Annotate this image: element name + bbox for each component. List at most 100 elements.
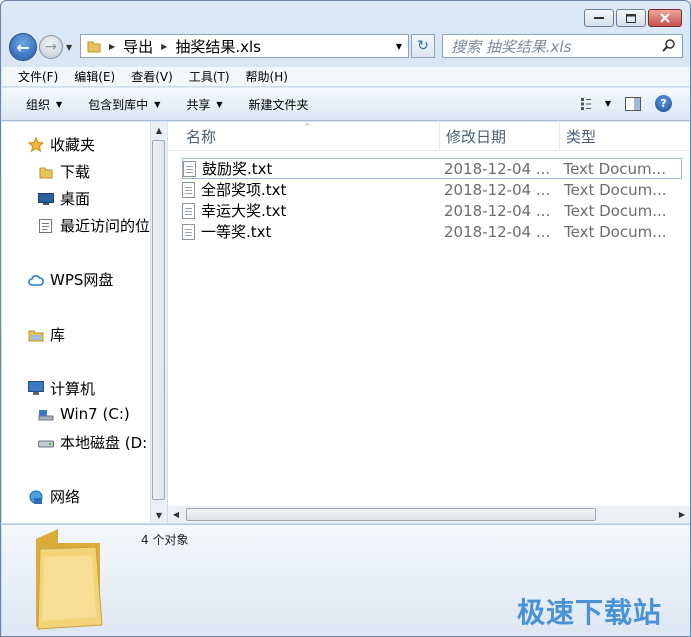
back-button[interactable]: ← xyxy=(9,33,37,61)
breadcrumb-separator-icon[interactable]: ▶ xyxy=(109,42,115,51)
file-row[interactable]: 幸运大奖.txt 2018-12-04 ... Text Docum... xyxy=(182,200,682,221)
sidebar-item-recent[interactable]: 最近访问的位 xyxy=(38,215,150,236)
sidebar-item-drive-c[interactable]: Win7 (C:) xyxy=(38,405,130,423)
details-pane: 4 个对象 极速下载站 xyxy=(2,524,690,636)
file-type: Text Docum... xyxy=(564,201,667,220)
column-header-date[interactable]: 修改日期 xyxy=(440,122,560,151)
minimize-button[interactable] xyxy=(584,9,614,27)
address-bar[interactable]: ▶ 导出 ▶ 抽奖结果.xls ▼ xyxy=(80,34,409,58)
sidebar-label: 库 xyxy=(50,326,66,344)
menu-view[interactable]: 查看(V) xyxy=(121,68,179,85)
column-header-type[interactable]: 类型 xyxy=(560,122,690,151)
search-icon[interactable] xyxy=(662,38,676,52)
help-button[interactable]: ? xyxy=(655,95,672,112)
file-name: 幸运大奖.txt xyxy=(201,202,287,220)
file-name: 一等奖.txt xyxy=(201,223,272,241)
file-list-horizontal-scrollbar[interactable]: ◀ ▶ xyxy=(168,506,690,523)
network-icon xyxy=(28,489,44,505)
column-header-label: 名称 xyxy=(186,128,217,146)
sidebar-item-downloads[interactable]: 下载 xyxy=(38,161,90,182)
item-count: 4 个对象 xyxy=(141,533,189,547)
organize-button[interactable]: 组织 ▼ xyxy=(2,96,72,113)
back-arrow-icon: ← xyxy=(16,37,30,57)
column-headers: 名称 ^ 修改日期 类型 xyxy=(168,122,690,151)
column-header-label: 修改日期 xyxy=(446,128,507,146)
sidebar-item-favorites[interactable]: 收藏夹 xyxy=(28,134,95,155)
folder-icon xyxy=(36,529,103,630)
file-type: Text Docum... xyxy=(564,180,667,199)
file-name: 鼓励奖.txt xyxy=(202,160,273,178)
system-drive-icon xyxy=(38,406,54,422)
chevron-down-icon: ▼ xyxy=(604,99,611,108)
view-list-icon xyxy=(580,97,591,110)
menu-edit[interactable]: 编辑(E) xyxy=(64,68,121,85)
scroll-left-icon[interactable]: ◀ xyxy=(168,506,184,523)
sidebar-label: 收藏夹 xyxy=(50,136,96,154)
sidebar-label: 最近访问的位 xyxy=(60,217,150,235)
refresh-button[interactable]: ↻ xyxy=(411,34,435,58)
maximize-icon xyxy=(626,13,636,23)
search-placeholder: 搜索 抽奖结果.xls xyxy=(451,37,572,56)
include-label: 包含到库中 xyxy=(88,97,149,112)
scroll-thumb[interactable] xyxy=(186,508,596,521)
breadcrumb-item[interactable]: 导出 xyxy=(123,36,153,57)
sidebar-label: 计算机 xyxy=(50,380,96,398)
forward-button[interactable]: → xyxy=(39,35,63,59)
computer-icon xyxy=(28,381,44,397)
menu-help[interactable]: 帮助(H) xyxy=(236,68,294,85)
scroll-up-icon[interactable]: ▲ xyxy=(151,122,167,138)
command-bar: 组织 ▼ 包含到库中 ▼ 共享 ▼ 新建文件夹 ▼ ? xyxy=(2,88,690,121)
sidebar-item-desktop[interactable]: 桌面 xyxy=(38,188,90,209)
sidebar-item-drive-d[interactable]: 本地磁盘 (D: xyxy=(38,432,147,453)
text-file-icon xyxy=(182,202,195,219)
sidebar-label: WPS网盘 xyxy=(50,271,114,289)
recent-pages-dropdown[interactable]: ▼ xyxy=(66,43,72,52)
scroll-right-icon[interactable]: ▶ xyxy=(674,506,690,523)
text-file-icon xyxy=(183,160,196,177)
chevron-down-icon: ▼ xyxy=(56,99,63,109)
menu-file[interactable]: 文件(F) xyxy=(2,68,64,85)
file-list: 名称 ^ 修改日期 类型 鼓励奖.txt 2018-12-04 ... Text… xyxy=(168,122,690,523)
navigation-pane: 收藏夹 下载 桌面 最近访问的位 WPS网盘 库 计算机 Win7 (C:) 本… xyxy=(2,122,150,523)
text-file-icon xyxy=(182,181,195,198)
sidebar-item-network[interactable]: 网络 xyxy=(28,486,80,507)
new-folder-button[interactable]: 新建文件夹 xyxy=(233,96,319,113)
close-button[interactable] xyxy=(648,9,682,27)
sidebar-item-libraries[interactable]: 库 xyxy=(28,324,65,345)
minimize-icon xyxy=(594,17,604,19)
file-row[interactable]: 全部奖项.txt 2018-12-04 ... Text Docum... xyxy=(182,179,682,200)
view-options-button[interactable]: ▼ xyxy=(580,97,611,110)
sort-ascending-icon: ^ xyxy=(304,122,311,131)
share-label: 共享 xyxy=(186,97,211,112)
file-date: 2018-12-04 ... xyxy=(443,159,551,178)
file-name: 全部奖项.txt xyxy=(201,181,287,199)
search-input[interactable]: 搜索 抽奖结果.xls xyxy=(442,34,683,58)
breadcrumb-item[interactable]: 抽奖结果.xls xyxy=(175,36,261,57)
watermark-logo: 极速下载站 xyxy=(517,596,663,629)
scroll-down-icon[interactable]: ▼ xyxy=(151,507,167,523)
file-date: 2018-12-04 ... xyxy=(444,201,551,220)
navigation-pane-scrollbar[interactable]: ▲ ▼ xyxy=(150,122,167,523)
sidebar-label: Win7 (C:) xyxy=(60,405,130,423)
drive-icon xyxy=(38,435,54,451)
file-row[interactable]: 鼓励奖.txt 2018-12-04 ... Text Docum... xyxy=(182,158,682,179)
share-button[interactable]: 共享 ▼ xyxy=(170,96,232,113)
menu-tools[interactable]: 工具(T) xyxy=(179,68,236,85)
breadcrumb-separator-icon[interactable]: ▶ xyxy=(161,42,167,51)
folder-icon xyxy=(38,164,54,180)
maximize-button[interactable] xyxy=(616,9,646,27)
sidebar-label: 网络 xyxy=(50,488,81,506)
sidebar-item-wps-cloud[interactable]: WPS网盘 xyxy=(28,269,113,290)
view-controls: ▼ ? xyxy=(567,95,672,112)
file-type: Text Docum... xyxy=(563,159,666,178)
address-dropdown-icon[interactable]: ▼ xyxy=(396,42,402,51)
organize-label: 组织 xyxy=(26,97,51,112)
file-row[interactable]: 一等奖.txt 2018-12-04 ... Text Docum... xyxy=(182,221,682,242)
preview-pane-button[interactable] xyxy=(625,96,641,111)
include-in-library-button[interactable]: 包含到库中 ▼ xyxy=(72,96,170,113)
column-header-name[interactable]: 名称 ^ xyxy=(168,122,440,151)
scroll-thumb[interactable] xyxy=(152,140,165,500)
forward-arrow-icon: → xyxy=(45,39,57,55)
sidebar-label: 下载 xyxy=(60,163,91,181)
sidebar-item-computer[interactable]: 计算机 xyxy=(28,378,95,399)
